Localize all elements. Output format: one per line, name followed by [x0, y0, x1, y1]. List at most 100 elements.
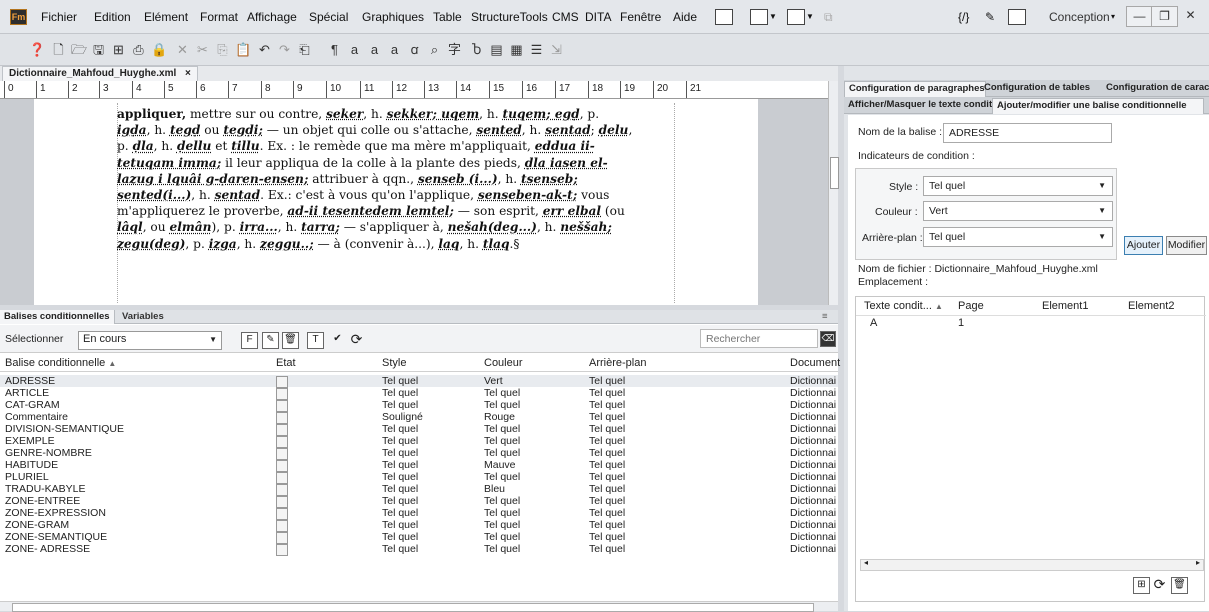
- paragraph-icon[interactable]: a: [367, 42, 382, 57]
- close-button[interactable]: ✕: [1178, 6, 1203, 25]
- tab-ajouter-modifier-balise[interactable]: Ajouter/modifier une balise conditionnel…: [992, 98, 1204, 114]
- refresh-icon[interactable]: ⟳: [1152, 577, 1167, 592]
- find-replace-icon[interactable]: ꭤ: [407, 42, 422, 57]
- tag-icon[interactable]: T: [307, 332, 324, 349]
- scroll-thumb[interactable]: [830, 157, 839, 189]
- table-row[interactable]: CAT-GRAM Tel quel Tel quel Tel quel Dictionn…: [0, 399, 838, 412]
- new-document-icon[interactable]: 🗋: [51, 42, 66, 57]
- state-checkbox[interactable]: [276, 544, 288, 556]
- menu-cms[interactable]: CMS: [552, 10, 579, 24]
- add-button[interactable]: Ajouter: [1124, 236, 1163, 255]
- menu-dita[interactable]: DITA: [585, 10, 611, 24]
- panel-toggle-icon[interactable]: [1008, 9, 1026, 25]
- tab-configuration-paragraphes[interactable]: Configuration de paragraphes: [844, 81, 986, 97]
- style-select[interactable]: Tel quel ▼: [923, 176, 1113, 196]
- tab-configuration-caracteres[interactable]: Configuration de caract: [1102, 81, 1209, 96]
- print-icon[interactable]: ⎙: [131, 42, 146, 57]
- delete-icon[interactable]: 🗑: [1171, 577, 1188, 594]
- lock-icon[interactable]: 🔒: [151, 42, 167, 57]
- menu-format[interactable]: Format: [200, 10, 238, 24]
- search-icon[interactable]: ⌕: [427, 42, 442, 57]
- menu-structuretools[interactable]: StructureTools: [471, 10, 548, 24]
- table-row[interactable]: HABITUDE Tel quel Mauve Tel quel Dictionnair…: [0, 459, 838, 472]
- flow-icon[interactable]: a: [387, 42, 402, 57]
- horizontal-ruler[interactable]: 0 1 2 3 4 5 6 7 8 9 10 11 12 13 14 15 16 17 18 19 20 21: [0, 81, 828, 99]
- scroll-left-icon[interactable]: ◂: [864, 558, 868, 567]
- column-header-arriere-plan[interactable]: Arrière-plan: [589, 357, 646, 369]
- document-tab[interactable]: Dictionnaire_Mahfoud_Huyghe.xml ×: [2, 66, 198, 82]
- menu-element[interactable]: Elément: [144, 10, 188, 24]
- tag-name-field[interactable]: ADRESSE: [943, 123, 1112, 143]
- table-row[interactable]: ZONE-GRAM Tel quel Tel quel Tel quel Diction…: [0, 519, 838, 532]
- menu-fenetre[interactable]: Fenêtre: [620, 10, 661, 24]
- thesaurus-icon[interactable]: 字: [447, 42, 462, 57]
- table-row[interactable]: ZONE-ENTREE Tel quel Tel quel Tel quel Dicti…: [0, 495, 838, 508]
- table-row[interactable]: GENRE-NOMBRE Tel quel Tel quel Tel quel Dict…: [0, 447, 838, 460]
- filter-icon[interactable]: F: [241, 332, 258, 349]
- tab-afficher-masquer[interactable]: Afficher/Masquer le texte conditior: [844, 98, 996, 113]
- paste-icon[interactable]: 📋: [235, 42, 251, 57]
- layout-menu-icon[interactable]: [787, 9, 805, 25]
- spelling-icon[interactable]: ¶: [327, 42, 342, 57]
- chevron-down-icon[interactable]: ▼: [769, 12, 777, 21]
- document-text[interactable]: appliquer, mettre sur ou contre, seker, …: [117, 106, 677, 252]
- column-header-style[interactable]: Style: [382, 357, 406, 369]
- cut-icon[interactable]: ✂: [195, 42, 210, 57]
- table-row[interactable]: A 1: [856, 317, 1206, 331]
- menu-aide[interactable]: Aide: [673, 10, 697, 24]
- redo-icon[interactable]: ↷: [277, 42, 292, 57]
- character-icon[interactable]: a: [347, 42, 362, 57]
- menu-fichier[interactable]: Fichier: [41, 10, 77, 24]
- column-header-element1[interactable]: Element1: [1042, 300, 1088, 312]
- horizontal-scrollbar[interactable]: [0, 601, 838, 612]
- check-icon[interactable]: ✔: [330, 332, 345, 347]
- table-row[interactable]: ZONE-SEMANTIQUE Tel quel Tel quel Tel quel D…: [0, 531, 838, 544]
- save-icon[interactable]: 🖫: [91, 42, 106, 57]
- view-menu-icon[interactable]: [750, 9, 768, 25]
- column-header-texte[interactable]: Texte condit... ▲: [864, 300, 943, 312]
- undo-icon[interactable]: ↶: [257, 42, 272, 57]
- tab-close-icon[interactable]: ×: [185, 68, 191, 79]
- column-header-couleur[interactable]: Couleur: [484, 357, 523, 369]
- open-icon[interactable]: 🗁: [71, 42, 87, 57]
- table-row[interactable]: Commentaire Souligné Rouge Tel quel Dictionn…: [0, 411, 838, 424]
- edit-icon[interactable]: ✎: [262, 332, 279, 349]
- table-row[interactable]: PLURIEL Tel quel Tel quel Tel quel Dictionna…: [0, 471, 838, 484]
- panel-menu-icon[interactable]: ≡: [818, 310, 832, 324]
- maximize-button[interactable]: ❐: [1151, 6, 1178, 27]
- table-horizontal-scrollbar[interactable]: ◂ ▸: [860, 558, 1204, 571]
- scroll-right-icon[interactable]: ▸: [1196, 558, 1200, 567]
- table-row[interactable]: ARTICLE Tel quel Tel quel Tel quel Dictionna…: [0, 387, 838, 400]
- chevron-down-icon[interactable]: ▼: [806, 12, 814, 21]
- menu-graphiques[interactable]: Graphiques: [362, 10, 424, 24]
- chevron-down-icon[interactable]: ▾: [1111, 12, 1115, 21]
- table-icon[interactable]: ▦: [509, 42, 524, 57]
- align-icon[interactable]: ☰: [529, 42, 544, 57]
- table-row[interactable]: ADRESSE Tel quel Vert Tel quel Dictionnaire_: [0, 375, 838, 388]
- menu-edition[interactable]: Edition: [94, 10, 131, 24]
- menu-special[interactable]: Spécial: [309, 10, 348, 24]
- background-select[interactable]: Tel quel ▼: [923, 227, 1113, 247]
- table-row[interactable]: ZONE-EXPRESSION Tel quel Tel quel Tel quel D…: [0, 507, 838, 520]
- workspace-selector[interactable]: Conception: [1049, 10, 1110, 24]
- column-header-balise[interactable]: Balise conditionnelle ▲: [5, 357, 116, 369]
- tab-balises-conditionnelles[interactable]: Balises conditionnelles: [0, 310, 115, 324]
- menu-affichage[interactable]: Affichage: [247, 10, 297, 24]
- table-row[interactable]: EXEMPLE Tel quel Tel quel Tel quel Dictionna…: [0, 435, 838, 448]
- pen-icon[interactable]: ✎: [985, 10, 995, 24]
- import-icon[interactable]: ⇲: [549, 42, 564, 57]
- layout-icon[interactable]: [715, 9, 733, 25]
- delete-icon[interactable]: ✕: [175, 42, 190, 57]
- document-vertical-scrollbar[interactable]: [828, 81, 839, 305]
- menu-table[interactable]: Table: [433, 10, 462, 24]
- link-icon[interactable]: ⧉: [824, 10, 833, 25]
- table-row[interactable]: TRADU-KABYLE Tel quel Bleu Tel quel Dictionn…: [0, 483, 838, 496]
- column-header-element2[interactable]: Element2: [1128, 300, 1174, 312]
- help-icon[interactable]: ❓: [29, 42, 45, 57]
- show-icon[interactable]: ⊞: [1133, 577, 1150, 594]
- tab-configuration-tables[interactable]: Configuration de tables: [980, 81, 1106, 96]
- modify-button[interactable]: Modifier: [1166, 236, 1207, 255]
- copy-icon[interactable]: ⎘: [215, 42, 230, 57]
- clipboard-icon[interactable]: ⎗: [297, 42, 312, 57]
- table-row[interactable]: ZONE- ADRESSE Tel quel Tel quel Tel quel Dic…: [0, 543, 838, 556]
